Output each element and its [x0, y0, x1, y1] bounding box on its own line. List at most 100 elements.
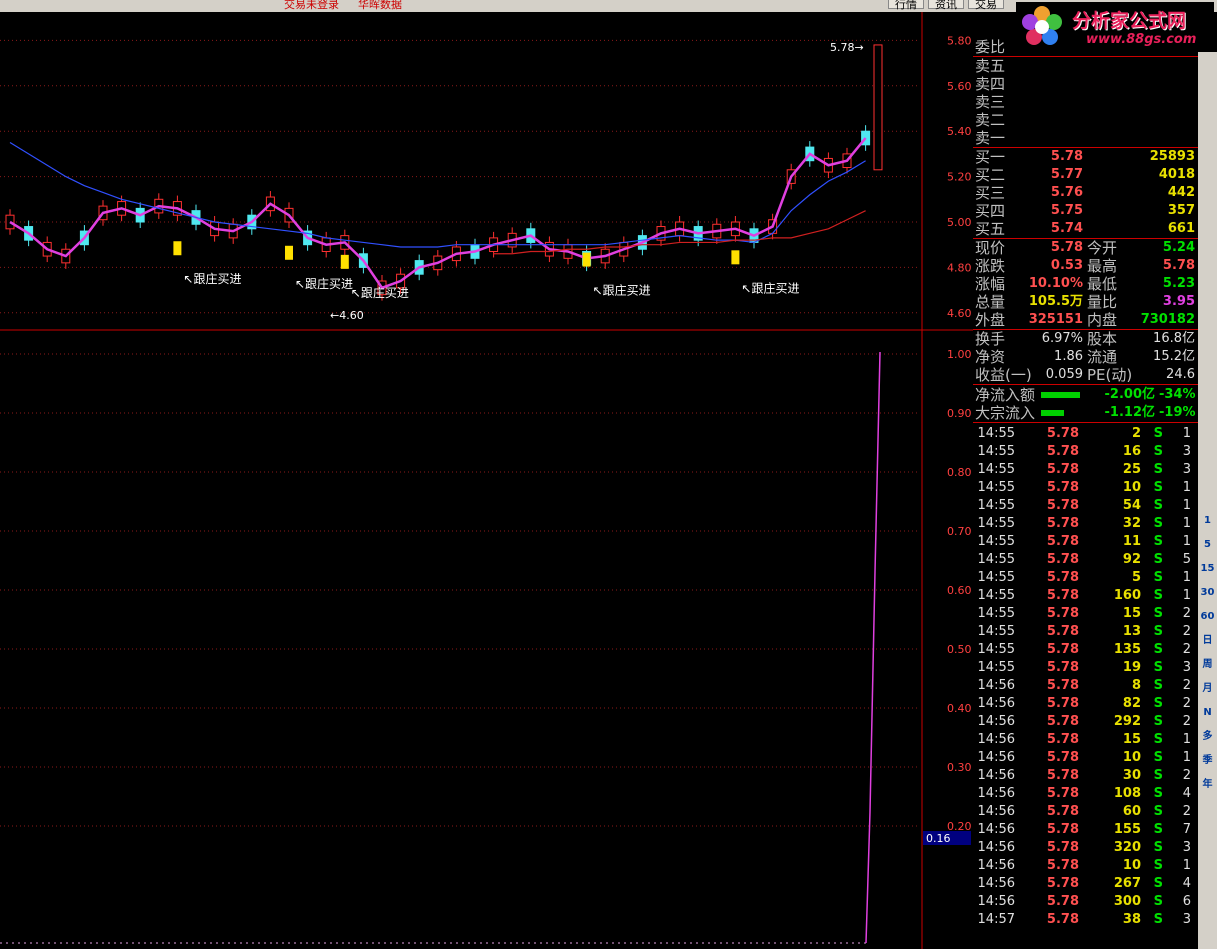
period-button[interactable]: 30: [1199, 584, 1216, 601]
stat-value: 105.5万: [1028, 294, 1083, 309]
tick-price: 5.78: [1046, 552, 1079, 567]
tick-volume: 108: [1113, 786, 1141, 801]
tick-volume: 292: [1113, 714, 1141, 729]
fund-value: 6.97%: [1041, 331, 1083, 346]
tick-row: 14:56 5.78 155 S 7: [973, 821, 1198, 839]
indicator-current-value: 0.16: [926, 832, 951, 845]
tick-time: 14:55: [977, 498, 1015, 513]
buy-price: 5.74: [1050, 221, 1083, 236]
tick-count: 1: [1182, 750, 1191, 765]
period-button[interactable]: 60: [1199, 608, 1216, 625]
kline-chart[interactable]: 5.80 5.60 5.40 5.20 5.00 4.80 4.60 1.00 0.90 0.80…: [0, 12, 973, 949]
tick-time: 14:55: [977, 444, 1015, 459]
fund-value: 0.059: [1045, 367, 1083, 382]
stat-row: 外盘 325151 内盘 730182: [973, 311, 1198, 329]
fund-value: 15.2亿: [1153, 349, 1195, 364]
buy-row: 买一 5.78 25893: [973, 148, 1198, 166]
tick-time: 14:55: [977, 480, 1015, 495]
tick-price: 5.78: [1046, 822, 1079, 837]
tick-price: 5.78: [1046, 732, 1079, 747]
period-button[interactable]: 15: [1199, 560, 1216, 577]
news-button[interactable]: 资讯: [928, 0, 964, 11]
buy-price: 5.76: [1050, 185, 1083, 200]
tick-price: 5.78: [1046, 426, 1079, 441]
tick-row: 14:55 5.78 25 S 3: [973, 461, 1198, 479]
price-tick-label: 5.00: [947, 216, 972, 229]
tick-volume: 160: [1113, 588, 1141, 603]
high-price-label: 5.78→: [830, 41, 864, 54]
tick-side: S: [1153, 498, 1163, 513]
tick-row: 14:56 5.78 267 S 4: [973, 875, 1198, 893]
price-tick-label: 5.80: [947, 34, 972, 47]
tick-volume: 2: [1131, 426, 1141, 441]
buy-volume: 357: [1167, 203, 1195, 218]
flow-row: 大宗流入 -1.12亿 -19%: [973, 404, 1198, 422]
tick-side: S: [1153, 660, 1163, 675]
tick-row: 14:55 5.78 160 S 1: [973, 587, 1198, 605]
tick-row: 14:55 5.78 11 S 1: [973, 533, 1198, 551]
stat-label: 最低: [1087, 275, 1118, 293]
tick-price: 5.78: [1046, 570, 1079, 585]
stat-value: 730182: [1140, 312, 1195, 327]
tick-side: S: [1153, 822, 1163, 837]
period-button[interactable]: 季: [1199, 752, 1216, 769]
period-button[interactable]: 多: [1199, 728, 1216, 745]
stat-label: 今开: [1087, 239, 1118, 257]
price-tick-label: 5.60: [947, 80, 972, 93]
signal-label: ↖跟庄买进: [183, 271, 241, 286]
period-button[interactable]: 1: [1199, 512, 1216, 529]
tick-count: 3: [1182, 444, 1191, 459]
period-button[interactable]: 日: [1199, 632, 1216, 649]
tick-volume: 267: [1113, 876, 1141, 891]
indicator-tick-label: 0.70: [947, 525, 972, 538]
tick-row: 14:55 5.78 32 S 1: [973, 515, 1198, 533]
period-button[interactable]: 月: [1199, 680, 1216, 697]
tick-time: 14:55: [977, 660, 1015, 675]
tick-volume: 30: [1122, 768, 1141, 783]
tick-time: 14:55: [977, 534, 1015, 549]
sell-label: 卖四: [975, 75, 1006, 93]
tick-row: 14:56 5.78 320 S 3: [973, 839, 1198, 857]
tick-count: 4: [1182, 876, 1191, 891]
stat-value: 5.78: [1162, 258, 1195, 273]
tick-row: 14:56 5.78 8 S 2: [973, 677, 1198, 695]
period-button[interactable]: 周: [1199, 656, 1216, 673]
buy-row: 买三 5.76 442: [973, 184, 1198, 202]
stat-label: 最高: [1087, 257, 1118, 275]
tick-count: 4: [1182, 786, 1191, 801]
tick-time: 14:56: [977, 678, 1015, 693]
buy-price: 5.78: [1050, 149, 1083, 164]
tick-time: 14:56: [977, 714, 1015, 729]
buy-volume: 25893: [1149, 149, 1195, 164]
tick-price: 5.78: [1046, 660, 1079, 675]
quote-button[interactable]: 行情: [888, 0, 924, 11]
tick-count: 3: [1182, 912, 1191, 927]
period-button[interactable]: 年: [1199, 776, 1216, 793]
period-button[interactable]: 5: [1199, 536, 1216, 553]
tick-time: 14:55: [977, 516, 1015, 531]
period-button[interactable]: N: [1199, 704, 1216, 721]
price-tick-label: 4.80: [947, 261, 972, 274]
fund-row: 净资 1.86 流通 15.2亿: [973, 348, 1198, 366]
sell-label: 卖一: [975, 129, 1006, 147]
tick-side: S: [1153, 894, 1163, 909]
fund-label: 股本: [1087, 330, 1118, 348]
tick-time: 14:56: [977, 786, 1015, 801]
stat-value: 0.53: [1050, 258, 1083, 273]
tick-side: S: [1153, 642, 1163, 657]
tick-side: S: [1153, 606, 1163, 621]
stat-label: 总量: [975, 293, 1006, 311]
trade-button[interactable]: 交易: [968, 0, 1004, 11]
tick-side: S: [1153, 570, 1163, 585]
stat-label: 涨幅: [975, 275, 1006, 293]
fund-row: 收益(一) 0.059 PE(动) 24.6: [973, 366, 1198, 384]
tick-row: 14:55 5.78 10 S 1: [973, 479, 1198, 497]
brand-title: 分析家公式网: [1072, 10, 1187, 32]
tick-time: 14:56: [977, 894, 1015, 909]
indicator-tick-label: 0.30: [947, 761, 972, 774]
tick-time: 14:56: [977, 750, 1015, 765]
tick-row: 14:56 5.78 300 S 6: [973, 893, 1198, 911]
tick-side: S: [1153, 426, 1163, 441]
tick-side: S: [1153, 516, 1163, 531]
tick-row: 14:56 5.78 108 S 4: [973, 785, 1198, 803]
